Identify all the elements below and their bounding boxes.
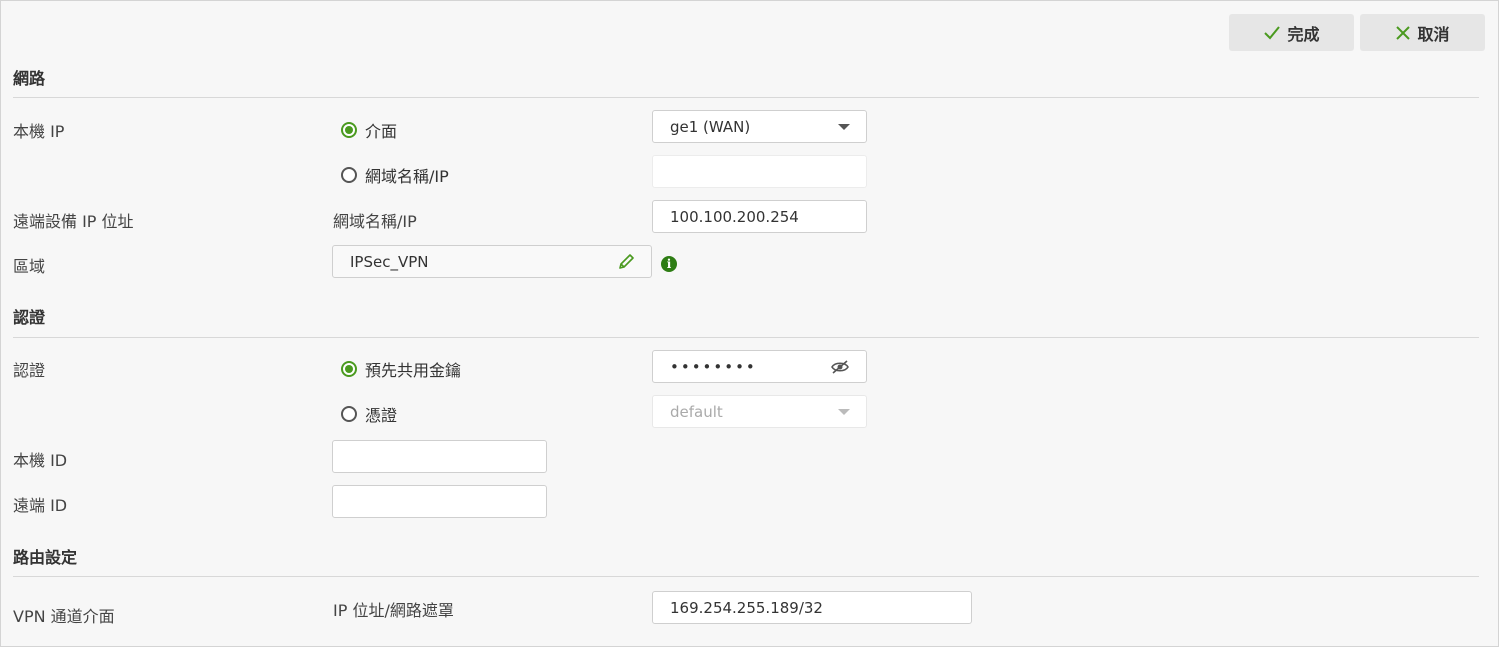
vti-label: VPN 通道介面 bbox=[13, 607, 115, 626]
zone-field[interactable]: IPSec_VPN bbox=[332, 245, 652, 278]
radio-domain-label: 網域名稱/IP bbox=[365, 167, 449, 186]
section-divider bbox=[13, 576, 1479, 577]
radio-checked-icon bbox=[341, 122, 357, 138]
section-divider bbox=[13, 97, 1479, 98]
section-title-auth: 認證 bbox=[13, 308, 46, 327]
cert-select-value: default bbox=[670, 402, 723, 421]
check-icon bbox=[1264, 25, 1281, 39]
cancel-button-label: 取消 bbox=[1417, 24, 1450, 44]
radio-psk-label: 預先共用金鑰 bbox=[365, 361, 462, 380]
done-button[interactable]: 完成 bbox=[1229, 14, 1354, 51]
radio-cert-label: 憑證 bbox=[365, 406, 398, 425]
psk-value: •••••••• bbox=[670, 357, 757, 376]
done-button-label: 完成 bbox=[1287, 24, 1320, 44]
ip-mask-value: 169.254.255.189/32 bbox=[670, 598, 823, 617]
remote-type-label: 網域名稱/IP bbox=[333, 212, 417, 231]
radio-unchecked-icon bbox=[341, 167, 357, 183]
local-id-input[interactable] bbox=[332, 440, 547, 473]
auth-label: 認證 bbox=[13, 361, 46, 380]
interface-select-value: ge1 (WAN) bbox=[670, 117, 751, 136]
info-icon[interactable]: i bbox=[661, 256, 677, 272]
radio-interface-label: 介面 bbox=[365, 122, 398, 141]
section-divider bbox=[13, 337, 1479, 338]
caret-down-icon bbox=[838, 124, 850, 130]
local-ip-label: 本機 IP bbox=[13, 122, 65, 141]
ip-mask-input[interactable]: 169.254.255.189/32 bbox=[652, 591, 972, 624]
cert-select[interactable]: default bbox=[652, 395, 867, 428]
psk-input[interactable]: •••••••• bbox=[652, 350, 867, 383]
zone-value: IPSec_VPN bbox=[350, 252, 429, 271]
vpn-settings-panel: 完成 取消 網路 本機 IP 介面 ge1 (WAN) 網域名稱/IP 遠端設備… bbox=[0, 0, 1499, 647]
remote-id-input[interactable] bbox=[332, 485, 547, 518]
remote-id-label: 遠端 ID bbox=[13, 496, 68, 515]
radio-unchecked-icon bbox=[341, 406, 357, 422]
radio-checked-icon bbox=[341, 361, 357, 377]
ip-mask-label: IP 位址/網路遮罩 bbox=[333, 601, 454, 620]
local-domain-input[interactable] bbox=[652, 155, 867, 188]
interface-select[interactable]: ge1 (WAN) bbox=[652, 110, 867, 143]
section-title-routing: 路由設定 bbox=[13, 548, 78, 567]
pencil-icon[interactable] bbox=[617, 253, 635, 271]
remote-ip-input[interactable]: 100.100.200.254 bbox=[652, 200, 867, 233]
caret-down-icon bbox=[838, 409, 850, 415]
remote-ip-label: 遠端設備 IP 位址 bbox=[13, 212, 134, 231]
local-ip-radio-domain[interactable]: 網域名稱/IP bbox=[341, 163, 449, 187]
section-title-network: 網路 bbox=[13, 69, 46, 88]
zone-label: 區域 bbox=[13, 257, 46, 276]
local-id-label: 本機 ID bbox=[13, 451, 68, 470]
cancel-button[interactable]: 取消 bbox=[1360, 14, 1485, 51]
auth-radio-cert[interactable]: 憑證 bbox=[341, 402, 397, 426]
eye-slash-icon[interactable] bbox=[830, 359, 850, 375]
close-icon bbox=[1396, 25, 1411, 40]
auth-radio-psk[interactable]: 預先共用金鑰 bbox=[341, 357, 461, 381]
local-ip-radio-interface[interactable]: 介面 bbox=[341, 118, 397, 142]
remote-ip-value: 100.100.200.254 bbox=[670, 207, 799, 226]
